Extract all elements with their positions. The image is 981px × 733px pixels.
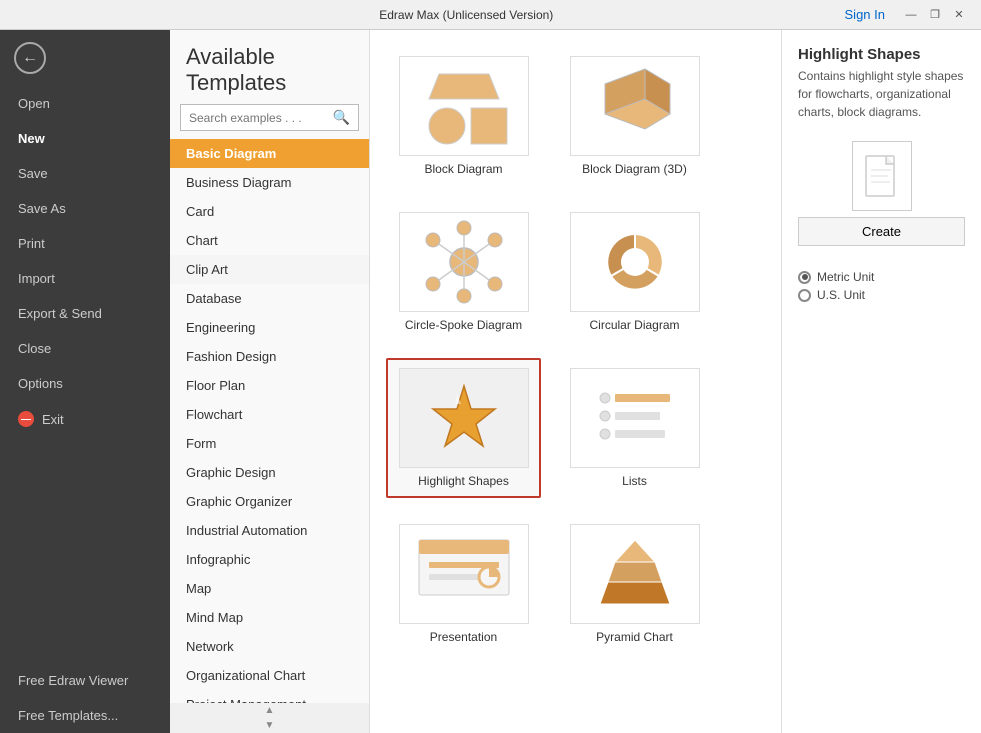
category-business-diagram[interactable]: Business Diagram [170,168,369,197]
template-thumb-lists [570,368,700,468]
template-grid-area: Block Diagram Block Diagram (3D) [370,30,781,733]
search-input[interactable] [189,111,333,125]
back-button[interactable]: ← [0,30,170,86]
back-circle-icon: ← [14,42,46,74]
category-graphic-design[interactable]: Graphic Design [170,458,369,487]
create-section: Create [798,141,965,246]
search-icon[interactable]: 🔍 [333,109,350,126]
sidebar-item-options[interactable]: Options [0,366,170,401]
template-thumb-block-diagram [399,56,529,156]
sidebar-item-print[interactable]: Print [0,226,170,261]
scroll-down-btn[interactable]: ▼ [265,720,275,731]
sidebar-item-open[interactable]: Open [0,86,170,121]
template-highlight-shapes[interactable]: ➤ Highlight Shapes [386,358,541,498]
template-thumb-block-diagram-3d [570,56,700,156]
template-label-circular-diagram: Circular Diagram [589,318,679,332]
category-mind-map[interactable]: Mind Map [170,603,369,632]
minimize-button[interactable]: — [901,5,921,25]
sign-in-link[interactable]: Sign In [845,7,885,22]
template-label-block-diagram-3d: Block Diagram (3D) [582,162,687,176]
sidebar-item-import[interactable]: Import [0,261,170,296]
category-clip-art[interactable]: Clip Art [170,255,369,284]
search-bar[interactable]: 🔍 [180,104,359,131]
template-panel: Available Templates 🔍 Basic Diagram Busi… [170,30,370,733]
sidebar-item-save[interactable]: Save [0,156,170,191]
category-basic-diagram[interactable]: Basic Diagram [170,139,369,168]
sidebar-item-save-as[interactable]: Save As [0,191,170,226]
template-thumb-circular-diagram [570,212,700,312]
content-area: Available Templates 🔍 Basic Diagram Busi… [170,30,981,733]
category-project-management[interactable]: Project Management [170,690,369,703]
category-card[interactable]: Card [170,197,369,226]
template-label-pyramid-chart: Pyramid Chart [596,630,673,644]
category-infographic[interactable]: Infographic [170,545,369,574]
category-floor-plan[interactable]: Floor Plan [170,371,369,400]
metric-unit-label: Metric Unit [817,270,874,284]
sidebar: ← Open New Save Save As Print Import Exp… [0,30,170,733]
template-label-highlight-shapes: Highlight Shapes [418,474,509,488]
category-map[interactable]: Map [170,574,369,603]
info-panel-description: Contains highlight style shapes for flow… [798,67,965,121]
info-panel-title: Highlight Shapes [798,46,965,63]
window-title: Edraw Max (Unlicensed Version) [88,8,845,22]
close-button[interactable]: ✕ [949,5,969,25]
metric-unit-option[interactable]: Metric Unit [798,270,965,284]
metric-unit-radio[interactable] [798,271,811,284]
template-lists[interactable]: Lists [557,358,712,498]
scroll-up-btn[interactable]: ▲ [265,705,275,716]
category-graphic-organizer[interactable]: Graphic Organizer [170,487,369,516]
template-thumb-circle-spoke [399,212,529,312]
available-templates-header: Available Templates [170,30,369,104]
us-unit-option[interactable]: U.S. Unit [798,288,965,302]
template-label-presentation: Presentation [430,630,497,644]
category-list: Basic Diagram Business Diagram Card Char… [170,139,369,703]
sidebar-item-new[interactable]: New [0,121,170,156]
unit-section: Metric Unit U.S. Unit [798,266,965,306]
category-form[interactable]: Form [170,429,369,458]
sidebar-item-close[interactable]: Close [0,331,170,366]
sidebar-item-exit[interactable]: — Exit [0,401,170,437]
template-circular-diagram[interactable]: Circular Diagram [557,202,712,342]
category-engineering[interactable]: Engineering [170,313,369,342]
template-block-diagram[interactable]: Block Diagram [386,46,541,186]
title-bar: Edraw Max (Unlicensed Version) Sign In —… [0,0,981,30]
template-thumb-pyramid-chart [570,524,700,624]
create-button[interactable]: Create [798,217,965,246]
template-label-lists: Lists [622,474,647,488]
exit-icon: — [18,411,34,427]
category-chart[interactable]: Chart [170,226,369,255]
category-database[interactable]: Database [170,284,369,313]
template-label-block-diagram: Block Diagram [424,162,502,176]
template-label-circle-spoke: Circle-Spoke Diagram [405,318,522,332]
info-panel: Highlight Shapes Contains highlight styl… [781,30,981,733]
template-presentation[interactable]: Presentation [386,514,541,654]
category-fashion-design[interactable]: Fashion Design [170,342,369,371]
template-grid: Block Diagram Block Diagram (3D) [386,46,765,654]
template-pyramid-chart[interactable]: Pyramid Chart [557,514,712,654]
category-industrial-automation[interactable]: Industrial Automation [170,516,369,545]
category-flowchart[interactable]: Flowchart [170,400,369,429]
category-org-chart[interactable]: Organizational Chart [170,661,369,690]
app-body: ← Open New Save Save As Print Import Exp… [0,30,981,733]
sidebar-item-free-viewer[interactable]: Free Edraw Viewer [0,663,170,698]
create-document-icon [852,141,912,211]
us-unit-radio[interactable] [798,289,811,302]
sidebar-item-export[interactable]: Export & Send [0,296,170,331]
template-block-diagram-3d[interactable]: Block Diagram (3D) [557,46,712,186]
sidebar-item-free-templates[interactable]: Free Templates... [0,698,170,733]
restore-button[interactable]: ❐ [925,5,945,25]
us-unit-label: U.S. Unit [817,288,865,302]
template-circle-spoke[interactable]: Circle-Spoke Diagram [386,202,541,342]
template-thumb-highlight-shapes [399,368,529,468]
template-thumb-presentation [399,524,529,624]
category-network[interactable]: Network [170,632,369,661]
